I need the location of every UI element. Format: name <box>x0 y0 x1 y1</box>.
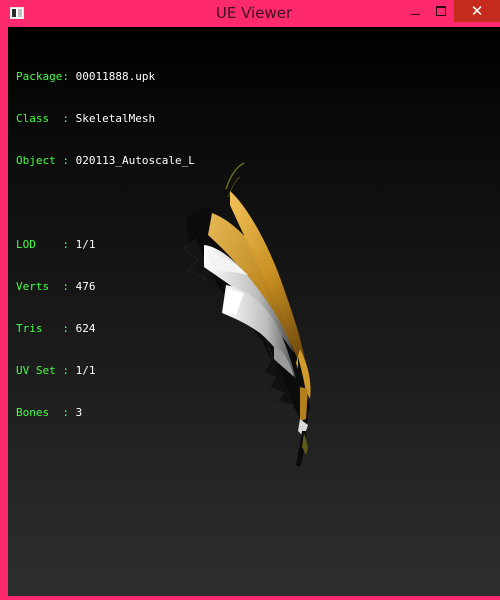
skeletal-mesh-render <box>183 162 311 467</box>
maximize-icon <box>436 6 446 16</box>
maximize-button[interactable] <box>428 0 454 22</box>
minimize-button[interactable] <box>402 0 428 22</box>
3d-viewport[interactable]: Package: 00011888.upk Class : SkeletalMe… <box>8 27 500 596</box>
close-icon: ✕ <box>470 2 484 20</box>
minimize-icon <box>410 13 420 15</box>
title-bar[interactable]: UE Viewer ✕ <box>4 0 500 27</box>
app-window: UE Viewer ✕ Package: 00011888.upk Class … <box>0 0 500 600</box>
close-button[interactable]: ✕ <box>454 0 500 22</box>
